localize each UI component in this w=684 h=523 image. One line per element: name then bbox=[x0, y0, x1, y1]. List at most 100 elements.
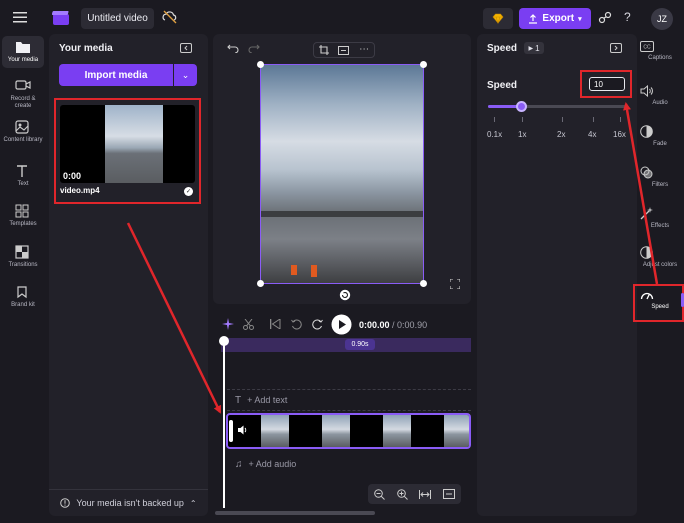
clip-frame bbox=[444, 415, 469, 447]
time-separator: / bbox=[389, 320, 398, 330]
project-title[interactable]: Untitled video bbox=[81, 8, 154, 29]
collapse-panel-icon[interactable] bbox=[180, 43, 192, 53]
speed-panel: Speed ▶ 1 Speed 0.1x 1x 2x 4x 16x bbox=[477, 34, 637, 516]
audio-track[interactable]: ♫ + Add audio bbox=[227, 453, 471, 475]
rewind-5s-icon[interactable] bbox=[291, 319, 302, 330]
redo-icon[interactable] bbox=[248, 43, 260, 53]
media-filename: video.mp4 bbox=[60, 186, 100, 195]
rail-item-label: Captions bbox=[648, 55, 672, 61]
captions-icon: CC bbox=[640, 41, 680, 52]
play-button[interactable] bbox=[331, 314, 352, 335]
media-panel: Your media Import media ⌄ 0:00 video.mp4… bbox=[49, 34, 208, 516]
resize-handle[interactable] bbox=[420, 61, 427, 68]
rail-item-templates[interactable]: Templates bbox=[2, 204, 44, 228]
trim-handle-left[interactable] bbox=[229, 420, 233, 442]
split-icon[interactable] bbox=[243, 319, 254, 330]
tick-label: 16x bbox=[613, 130, 626, 139]
speed-label: Speed bbox=[487, 80, 518, 91]
speed-slider-track[interactable] bbox=[488, 105, 628, 108]
rail-item-adjust-colors[interactable]: Adjust colors bbox=[640, 246, 680, 269]
hamburger-menu-icon[interactable] bbox=[13, 11, 27, 23]
volume-icon[interactable] bbox=[238, 425, 249, 435]
resize-handle[interactable] bbox=[257, 280, 264, 287]
tick-mark bbox=[494, 117, 495, 122]
rail-item-record-create[interactable]: Record & create bbox=[2, 79, 44, 110]
playhead[interactable] bbox=[223, 340, 225, 508]
zoom-in-icon[interactable] bbox=[396, 488, 408, 500]
import-options-button[interactable]: ⌄ bbox=[174, 64, 197, 86]
tick-label: 4x bbox=[588, 130, 597, 139]
clip-frame bbox=[261, 415, 289, 447]
help-icon[interactable]: ? bbox=[624, 10, 631, 24]
rail-item-label: Audio bbox=[652, 100, 668, 106]
rail-item-your-media[interactable]: Your media bbox=[2, 36, 44, 68]
video-preview[interactable] bbox=[257, 61, 427, 287]
rail-item-captions[interactable]: CC Captions bbox=[640, 41, 680, 62]
crop-icon[interactable] bbox=[318, 45, 329, 55]
cloud-sync-off-icon[interactable] bbox=[162, 10, 178, 24]
upload-icon bbox=[528, 13, 538, 24]
tree-line bbox=[261, 211, 423, 217]
media-panel-title: Your media bbox=[59, 43, 113, 54]
share-link-icon[interactable] bbox=[598, 11, 612, 25]
clip-icon: ▶ bbox=[528, 45, 534, 52]
current-time: 0:00.00 bbox=[359, 320, 390, 330]
add-audio-label: + Add audio bbox=[248, 459, 297, 469]
rail-item-content-library[interactable]: Content library bbox=[2, 120, 44, 144]
skip-back-icon[interactable] bbox=[270, 319, 281, 329]
text-track[interactable]: T + Add text bbox=[227, 389, 471, 411]
check-icon: ✓ bbox=[184, 187, 193, 196]
rail-item-label: Transitions bbox=[8, 262, 38, 268]
resize-handle[interactable] bbox=[257, 61, 264, 68]
fit-timeline-icon[interactable] bbox=[419, 489, 432, 499]
speed-slider-thumb[interactable] bbox=[516, 101, 528, 112]
rail-item-filters[interactable]: Filters bbox=[640, 166, 680, 189]
rail-item-label: Filters bbox=[651, 182, 669, 188]
expand-timeline-icon[interactable] bbox=[443, 489, 456, 499]
zoom-out-icon[interactable] bbox=[374, 488, 385, 500]
thumbnail-image bbox=[105, 105, 163, 183]
media-item-card[interactable]: 0:00 video.mp4 ✓ bbox=[54, 98, 201, 204]
rail-item-effects[interactable]: Effects bbox=[640, 207, 680, 230]
camera-icon bbox=[15, 79, 31, 93]
import-media-button[interactable]: Import media bbox=[59, 64, 173, 86]
fit-icon[interactable] bbox=[338, 45, 350, 55]
magic-edit-icon[interactable] bbox=[222, 318, 234, 330]
rail-item-transitions[interactable]: Transitions bbox=[2, 245, 44, 269]
tick-mark bbox=[562, 117, 563, 122]
backup-notice[interactable]: Your media isn't backed up ⌃ bbox=[49, 489, 208, 516]
rotate-icon[interactable] bbox=[339, 289, 351, 301]
timeline-scrollbar[interactable] bbox=[215, 511, 375, 515]
rail-item-text[interactable]: Text bbox=[2, 164, 44, 188]
premium-gem-button[interactable] bbox=[483, 8, 513, 29]
time-ruler[interactable]: 0.90s bbox=[221, 338, 471, 352]
fullscreen-icon[interactable] bbox=[450, 279, 460, 289]
library-icon bbox=[15, 120, 31, 134]
undo-icon[interactable] bbox=[227, 43, 239, 53]
speed-input[interactable] bbox=[589, 77, 625, 91]
total-time: 0:00.90 bbox=[397, 320, 428, 330]
playhead-handle[interactable] bbox=[219, 336, 229, 346]
speed-rail-highlight bbox=[633, 284, 684, 322]
transitions-icon bbox=[15, 245, 31, 259]
speed-panel-title: Speed bbox=[487, 43, 518, 54]
more-options-icon[interactable]: ⋯ bbox=[359, 45, 369, 55]
forward-5s-icon[interactable] bbox=[312, 319, 323, 330]
avatar[interactable]: JZ bbox=[651, 8, 673, 30]
rail-item-brand-kit[interactable]: Brand kit bbox=[2, 285, 44, 309]
tick-label: 1x bbox=[518, 130, 527, 139]
rail-item-audio[interactable]: Audio bbox=[640, 85, 680, 107]
time-display: 0:00.00 / 0:00.90 bbox=[359, 320, 427, 330]
collapse-panel-icon[interactable] bbox=[610, 43, 622, 53]
rail-item-label: Fade bbox=[653, 141, 667, 147]
tick-label: 0.1x bbox=[487, 130, 503, 139]
media-thumbnail[interactable]: 0:00 bbox=[60, 105, 195, 183]
export-button[interactable]: Export ▾ bbox=[519, 8, 591, 29]
effects-icon bbox=[640, 207, 680, 220]
clip-frame bbox=[322, 415, 350, 447]
rail-item-fade[interactable]: Fade bbox=[640, 125, 680, 148]
video-clip[interactable] bbox=[226, 413, 471, 449]
resize-handle[interactable] bbox=[420, 280, 427, 287]
right-rail: CC Captions Audio Fade Filters Effects A… bbox=[633, 36, 684, 523]
clip-frame bbox=[383, 415, 411, 447]
